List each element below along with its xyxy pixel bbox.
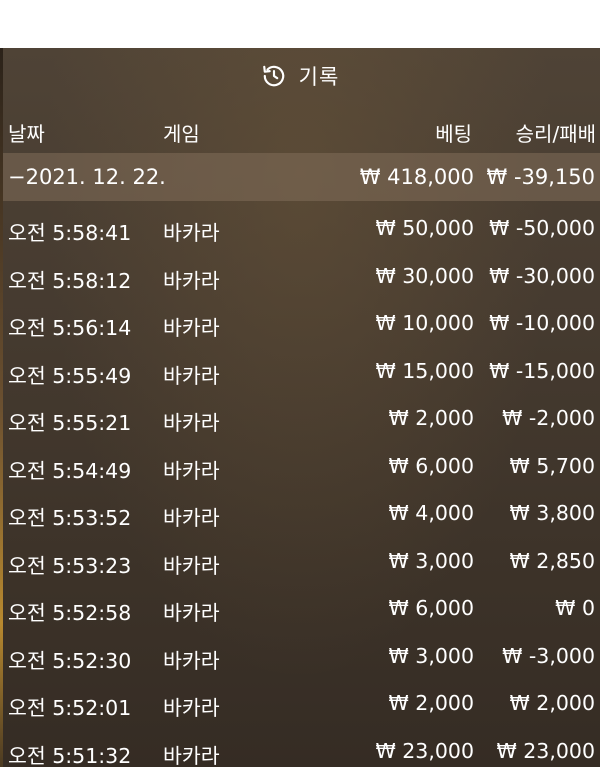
history-list: 오전 5:58:41 바카라 ₩ 50,000 ₩ -50,000 오전 5:5… <box>0 205 600 767</box>
row-result: ₩ 0 <box>555 596 595 620</box>
row-bet: ₩ 3,000 <box>388 643 474 668</box>
history-row[interactable]: 오전 5:58:12 바카라 ₩ 30,000 ₩ -30,000 <box>0 253 600 301</box>
row-time: 오전 5:58:41 <box>8 221 132 245</box>
row-result: ₩ -30,000 <box>489 263 595 288</box>
row-game: 바카라 <box>163 411 220 435</box>
row-result: ₩ 23,000 <box>496 738 595 763</box>
row-bet: ₩ 10,000 <box>375 311 474 335</box>
group-bet-total: ₩ 418,000 <box>359 165 474 189</box>
row-time: 오전 5:56:14 <box>8 316 132 340</box>
row-result: ₩ 2,850 <box>509 548 595 573</box>
page-title: 기록 <box>298 65 340 89</box>
row-time: 오전 5:51:32 <box>8 743 132 767</box>
row-time: 오전 5:55:49 <box>8 363 132 388</box>
row-time: 오전 5:54:49 <box>8 458 132 483</box>
row-result: ₩ 3,800 <box>509 501 595 525</box>
history-row[interactable]: 오전 5:55:21 바카라 ₩ 2,000 ₩ -2,000 <box>0 395 600 443</box>
row-game: 바카라 <box>163 506 220 530</box>
row-game: 바카라 <box>163 458 220 483</box>
history-row[interactable]: 오전 5:54:49 바카라 ₩ 6,000 ₩ 5,700 <box>0 443 600 491</box>
history-row[interactable]: 오전 5:52:30 바카라 ₩ 3,000 ₩ -3,000 <box>0 633 600 681</box>
column-header-date[interactable]: 날짜 <box>8 118 45 147</box>
row-bet: ₩ 23,000 <box>375 738 474 763</box>
row-game: 바카라 <box>163 601 220 625</box>
row-game: 바카라 <box>163 268 220 293</box>
history-row[interactable]: 오전 5:53:23 바카라 ₩ 3,000 ₩ 2,850 <box>0 538 600 586</box>
row-game: 바카라 <box>163 648 220 673</box>
row-game: 바카라 <box>163 363 220 388</box>
column-header-row: 날짜 게임 베팅 승리/패배 <box>0 106 600 152</box>
row-result: ₩ -10,000 <box>489 311 595 335</box>
history-row[interactable]: 오전 5:52:58 바카라 ₩ 6,000 ₩ 0 <box>0 585 600 633</box>
group-date: −2021. 12. 22. <box>8 165 166 189</box>
row-bet: ₩ 4,000 <box>388 501 474 525</box>
row-game: 바카라 <box>163 221 220 245</box>
row-time: 오전 5:53:23 <box>8 553 132 578</box>
column-header-bet[interactable]: 베팅 <box>435 118 472 147</box>
row-result: ₩ 2,000 <box>509 691 595 715</box>
row-game: 바카라 <box>163 696 220 720</box>
row-bet: ₩ 3,000 <box>388 548 474 573</box>
row-time: 오전 5:52:58 <box>8 601 132 625</box>
row-bet: ₩ 6,000 <box>388 596 474 620</box>
row-result: ₩ -50,000 <box>489 216 595 240</box>
row-result: ₩ -15,000 <box>489 358 595 383</box>
history-row[interactable]: 오전 5:56:14 바카라 ₩ 10,000 ₩ -10,000 <box>0 300 600 348</box>
history-row[interactable]: 오전 5:53:52 바카라 ₩ 4,000 ₩ 3,800 <box>0 490 600 538</box>
row-bet: ₩ 50,000 <box>375 216 474 240</box>
row-result: ₩ 5,700 <box>509 453 595 478</box>
history-row[interactable]: 오전 5:51:32 바카라 ₩ 23,000 ₩ 23,000 <box>0 728 600 767</box>
row-game: 바카라 <box>163 553 220 578</box>
history-row[interactable]: 오전 5:55:49 바카라 ₩ 15,000 ₩ -15,000 <box>0 348 600 396</box>
row-time: 오전 5:58:12 <box>8 268 132 293</box>
date-group-row[interactable]: −2021. 12. 22. ₩ 418,000 ₩ -39,150 <box>0 153 600 201</box>
panel-left-edge <box>0 48 3 767</box>
column-header-result[interactable]: 승리/패배 <box>516 118 596 147</box>
row-bet: ₩ 6,000 <box>388 453 474 478</box>
row-time: 오전 5:52:01 <box>8 696 132 720</box>
history-header: 기록 <box>0 48 600 104</box>
history-panel: 기록 날짜 게임 베팅 승리/패배 −2021. 12. 22. ₩ 418,0… <box>0 48 600 767</box>
history-row[interactable]: 오전 5:52:01 바카라 ₩ 2,000 ₩ 2,000 <box>0 680 600 728</box>
row-game: 바카라 <box>163 316 220 340</box>
history-icon <box>262 65 284 87</box>
history-row[interactable]: 오전 5:58:41 바카라 ₩ 50,000 ₩ -50,000 <box>0 205 600 253</box>
column-header-game[interactable]: 게임 <box>163 118 200 147</box>
row-bet: ₩ 15,000 <box>375 358 474 383</box>
row-time: 오전 5:53:52 <box>8 506 132 530</box>
row-bet: ₩ 2,000 <box>388 691 474 715</box>
row-time: 오전 5:52:30 <box>8 648 132 673</box>
group-result-total: ₩ -39,150 <box>486 165 596 189</box>
row-time: 오전 5:55:21 <box>8 411 132 435</box>
row-result: ₩ -2,000 <box>502 406 595 430</box>
row-result: ₩ -3,000 <box>502 643 595 668</box>
row-bet: ₩ 30,000 <box>375 263 474 288</box>
row-bet: ₩ 2,000 <box>388 406 474 430</box>
row-game: 바카라 <box>163 743 220 767</box>
